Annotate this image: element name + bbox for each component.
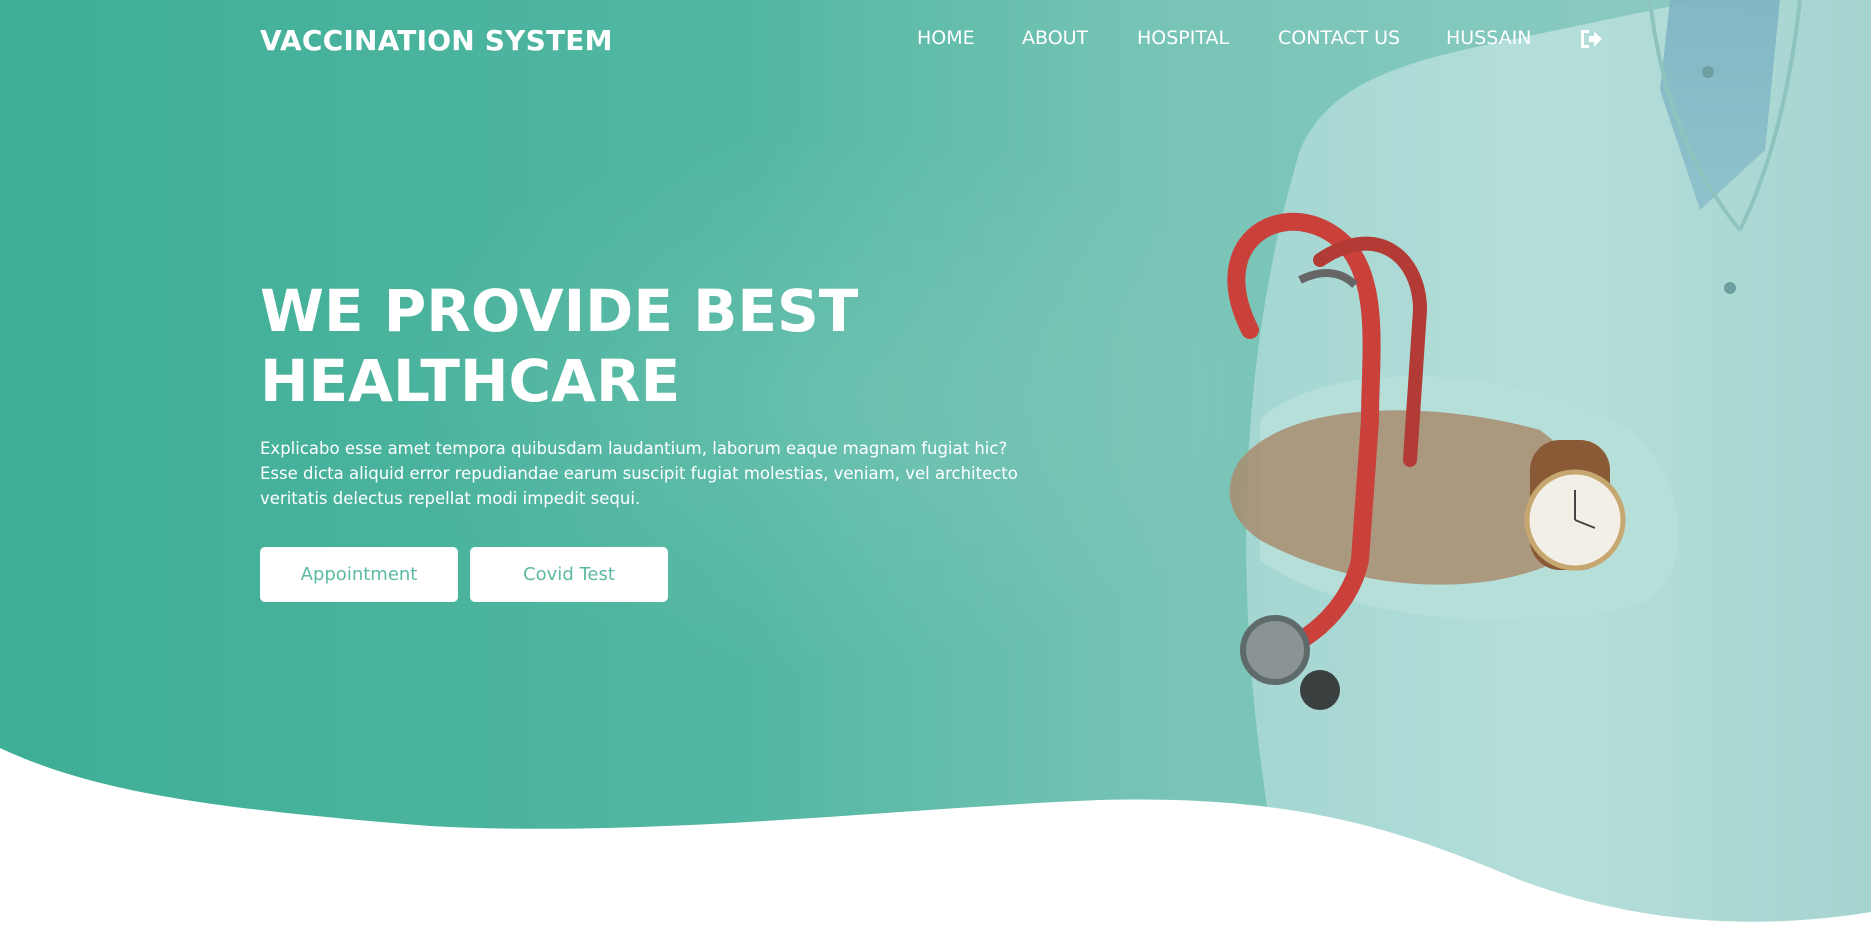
sign-out-icon[interactable] (1578, 27, 1604, 51)
covid-test-button[interactable]: Covid Test (470, 547, 668, 602)
nav-user-hussain[interactable]: HUSSAIN (1446, 27, 1531, 49)
headline-line-1: WE PROVIDE BEST (260, 277, 859, 345)
appointment-button[interactable]: Appointment (260, 547, 458, 602)
top-navbar: VACCINATION SYSTEM HOME ABOUT HOSPITAL C… (0, 0, 1871, 80)
nav-contact-us[interactable]: CONTACT US (1278, 27, 1400, 49)
hero-headline: WE PROVIDE BEST HEALTHCARE (260, 276, 960, 416)
nav-home[interactable]: HOME (917, 27, 975, 49)
nav-hospital[interactable]: HOSPITAL (1137, 27, 1229, 49)
hero-paragraph: Explicabo esse amet tempora quibusdam la… (260, 439, 1018, 508)
hero-section: VACCINATION SYSTEM HOME ABOUT HOSPITAL C… (0, 0, 1871, 930)
headline-line-2: HEALTHCARE (260, 347, 681, 415)
nav-about[interactable]: ABOUT (1022, 27, 1088, 49)
